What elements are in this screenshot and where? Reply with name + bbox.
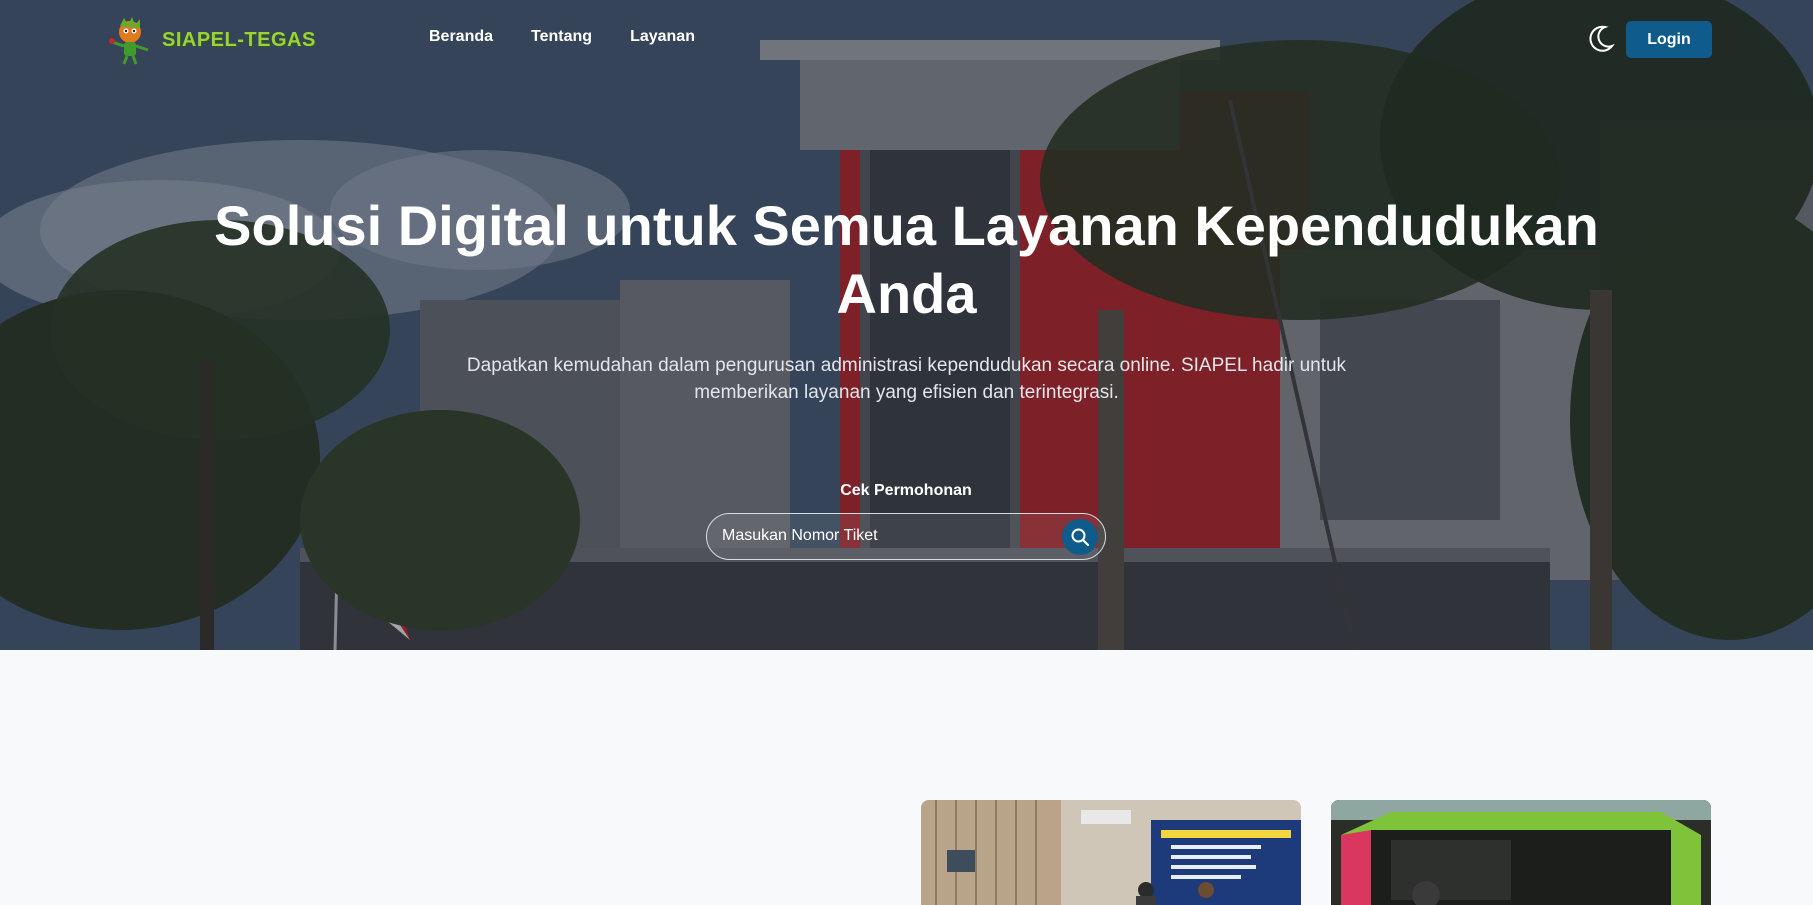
theme-toggle-button[interactable] bbox=[1586, 24, 1616, 54]
login-button[interactable]: Login bbox=[1626, 21, 1712, 58]
top-navbar: SIAPEL-TEGAS Beranda Tentang Layanan Log… bbox=[0, 0, 1813, 80]
hero-subtitle: Dapatkan kemudahan dalam pengurusan admi… bbox=[466, 355, 1347, 403]
office-photo-image bbox=[921, 800, 1301, 905]
ticket-search-input[interactable] bbox=[707, 514, 1067, 558]
mascot-logo-icon bbox=[109, 17, 149, 65]
nav-item-beranda[interactable]: Beranda bbox=[429, 28, 493, 46]
brand-logo[interactable]: SIAPEL-TEGAS bbox=[104, 14, 316, 66]
search-icon bbox=[1071, 528, 1090, 547]
search-label: Cek Permohonan bbox=[840, 482, 972, 499]
brand-name: SIAPEL-TEGAS bbox=[162, 28, 316, 51]
ticket-search-bar bbox=[706, 513, 1106, 560]
moon-icon bbox=[1589, 25, 1615, 52]
service-photo-card-2[interactable] bbox=[1331, 800, 1711, 905]
nav-item-tentang[interactable]: Tentang bbox=[531, 28, 592, 46]
service-photo-card-1[interactable] bbox=[921, 800, 1301, 905]
main-nav: Beranda Tentang Layanan bbox=[429, 28, 695, 46]
vehicle-photo-image bbox=[1331, 800, 1711, 905]
nav-item-layanan[interactable]: Layanan bbox=[630, 28, 695, 46]
search-button[interactable] bbox=[1062, 519, 1098, 555]
hero-title: Solusi Digital untuk Semua Layanan Kepen… bbox=[214, 194, 1599, 325]
